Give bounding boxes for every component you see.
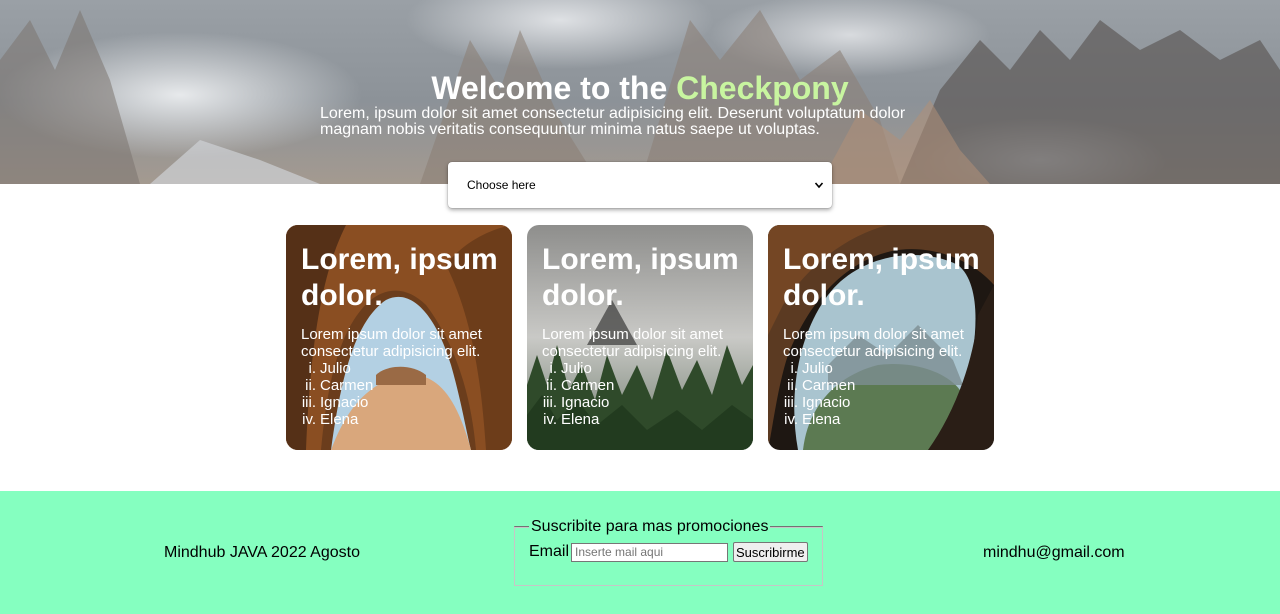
list-item: iii. Ignacio: [298, 394, 373, 411]
list-name: Carmen: [320, 377, 374, 394]
list-item: ii. Carmen: [539, 377, 614, 394]
list-name: Elena: [320, 411, 359, 428]
list-item: iii. Ignacio: [780, 394, 855, 411]
list-number: iii.: [542, 394, 557, 411]
subscribe-legend: Suscribite para mas promociones: [531, 518, 769, 535]
email-label: Email: [529, 543, 570, 560]
footer-left-text: Mindhub JAVA 2022 Agosto: [164, 544, 360, 561]
card-text: Lorem ipsum dolor sit amet consectetur a…: [783, 326, 964, 360]
list-number: ii.: [305, 377, 316, 394]
list-item: ii. Carmen: [298, 377, 373, 394]
select-value: Choose here: [467, 178, 536, 192]
category-select[interactable]: Choose here: [448, 162, 832, 208]
list-item: ii. Carmen: [780, 377, 855, 394]
list-number: ii.: [787, 377, 798, 394]
card-title: Lorem, ipsum dolor.: [542, 243, 739, 312]
list-number: iii.: [301, 394, 316, 411]
footer: Mindhub JAVA 2022 Agosto Suscribite para…: [0, 491, 1280, 614]
email-field[interactable]: [571, 542, 729, 562]
card-list: i. Julio ii. Carmen iii. Ignacio iv. Elena: [539, 360, 615, 428]
list-name: Ignacio: [802, 394, 851, 411]
list-item: iii. Ignacio: [539, 394, 614, 411]
list-name: Carmen: [802, 377, 856, 394]
list-item: iv. Elena: [298, 411, 373, 428]
list-number: i.: [308, 360, 317, 377]
list-name: Julio: [320, 360, 351, 377]
list-name: Elena: [802, 411, 841, 428]
list-name: Carmen: [561, 377, 615, 394]
hero-title-brand: Checkpony: [676, 70, 849, 106]
subscribe-button[interactable]: Suscribirme: [733, 542, 808, 562]
list-name: Julio: [561, 360, 592, 377]
list-number: i.: [549, 360, 558, 377]
list-item: i. Julio: [780, 360, 855, 377]
subscribe-row: Email Suscribirme: [529, 542, 808, 562]
subscribe-form: Suscribite para mas promociones Email Su…: [514, 518, 823, 586]
list-item: i. Julio: [298, 360, 373, 377]
list-item: iv. Elena: [539, 411, 614, 428]
hero-title: Welcome to the Checkpony: [0, 70, 1280, 106]
list-number: iv.: [784, 411, 798, 428]
list-item: i. Julio: [539, 360, 614, 377]
list-name: Ignacio: [561, 394, 610, 411]
card-title: Lorem, ipsum dolor.: [301, 243, 498, 312]
card: Lorem, ipsum dolor. Lorem ipsum dolor si…: [768, 225, 994, 450]
card: Lorem, ipsum dolor. Lorem ipsum dolor si…: [527, 225, 753, 450]
list-number: iii.: [783, 394, 798, 411]
list-name: Elena: [561, 411, 600, 428]
hero-subtitle: Lorem, ipsum dolor sit amet consectetur …: [320, 105, 906, 138]
footer-email: mindhu@gmail.com: [983, 544, 1125, 561]
card-list: i. Julio ii. Carmen iii. Ignacio iv. Elena: [298, 360, 374, 428]
card: Lorem, ipsum dolor. Lorem ipsum dolor si…: [286, 225, 512, 450]
list-number: i.: [790, 360, 799, 377]
list-number: ii.: [546, 377, 557, 394]
list-number: iv.: [543, 411, 557, 428]
list-name: Ignacio: [320, 394, 369, 411]
list-item: iv. Elena: [780, 411, 855, 428]
card-title: Lorem, ipsum dolor.: [783, 243, 980, 312]
list-name: Julio: [802, 360, 833, 377]
card-list: i. Julio ii. Carmen iii. Ignacio iv. Elena: [780, 360, 856, 428]
card-text: Lorem ipsum dolor sit amet consectetur a…: [301, 326, 482, 360]
hero-title-prefix: Welcome to the: [431, 70, 668, 106]
hero-banner: Welcome to the Checkpony Lorem, ipsum do…: [0, 0, 1280, 184]
card-text: Lorem ipsum dolor sit amet consectetur a…: [542, 326, 723, 360]
chevron-down-icon: [814, 182, 824, 189]
list-number: iv.: [302, 411, 316, 428]
